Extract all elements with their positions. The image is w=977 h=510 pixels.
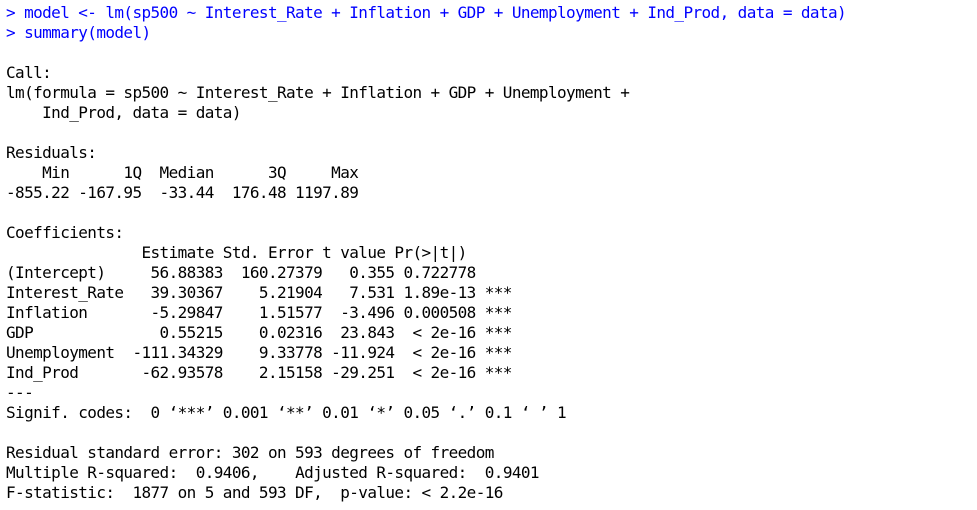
coefficient-row-unemployment: Unemployment -111.34329 9.33778 -11.924 … xyxy=(6,343,512,362)
separator-line: --- xyxy=(6,383,34,402)
coefficient-row-interest-rate: Interest_Rate 39.30367 5.21904 7.531 1.8… xyxy=(6,283,512,302)
coefficient-row-ind-prod: Ind_Prod -62.93578 2.15158 -29.251 < 2e-… xyxy=(6,363,512,382)
f-statistic-line: F-statistic: 1877 on 5 and 593 DF, p-val… xyxy=(6,483,503,502)
command-summary: > summary(model) xyxy=(6,23,151,42)
coefficients-column-headers: Estimate Std. Error t value Pr(>|t|) xyxy=(6,243,503,262)
call-formula-line-2: Ind_Prod, data = data) xyxy=(6,103,241,122)
coefficient-row-intercept: (Intercept) 56.88383 160.27379 0.355 0.7… xyxy=(6,263,512,282)
coefficient-row-inflation: Inflation -5.29847 1.51577 -3.496 0.0005… xyxy=(6,303,512,322)
residuals-values: -855.22 -167.95 -33.44 176.48 1197.89 xyxy=(6,183,368,202)
residual-standard-error: Residual standard error: 302 on 593 degr… xyxy=(6,443,494,462)
coefficients-header: Coefficients: xyxy=(6,223,124,242)
residuals-labels: Min 1Q Median 3Q Max xyxy=(6,163,368,182)
signif-codes: Signif. codes: 0 ‘***’ 0.001 ‘**’ 0.01 ‘… xyxy=(6,403,567,422)
r-squared-line: Multiple R-squared: 0.9406, Adjusted R-s… xyxy=(6,463,548,482)
call-formula-line-1: lm(formula = sp500 ~ Interest_Rate + Inf… xyxy=(6,83,639,102)
residuals-header: Residuals: xyxy=(6,143,97,162)
command-lm: > model <- lm(sp500 ~ Interest_Rate + In… xyxy=(6,3,847,22)
coefficient-row-gdp: GDP 0.55215 0.02316 23.843 < 2e-16 *** xyxy=(6,323,512,342)
r-console[interactable]: > model <- lm(sp500 ~ Interest_Rate + In… xyxy=(0,0,977,510)
call-header: Call: xyxy=(6,63,52,82)
